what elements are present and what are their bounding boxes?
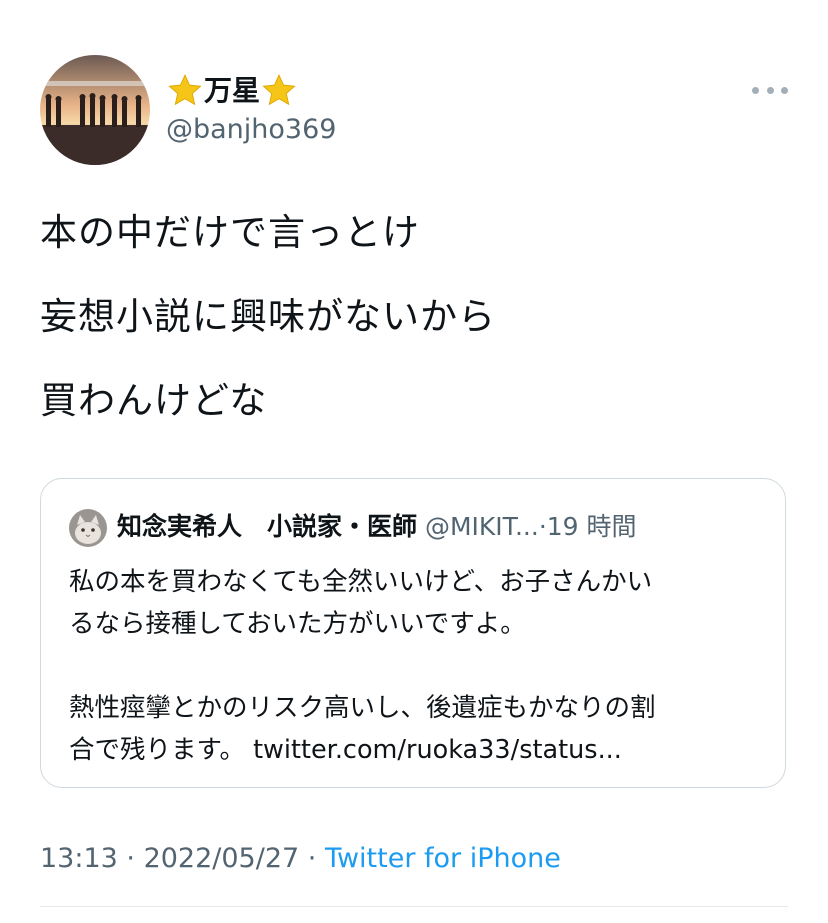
star-icon xyxy=(166,72,204,110)
quote-line: 合で残ります。 xyxy=(69,735,245,765)
author-display-name: 万星 xyxy=(204,74,261,107)
quote-line: 私の本を買わなくても全然いいけど、お子さんかい xyxy=(69,567,653,597)
star-icon xyxy=(260,72,298,110)
author-avatar[interactable] xyxy=(40,55,150,165)
tweet-text: 本の中だけで言っとけ 妄想小説に興味がないから 買わんけどな xyxy=(40,210,496,462)
quote-last-line: 合で残ります。 twitter.com/ruoka33/status... xyxy=(69,729,769,771)
tweet-line: 妄想小説に興味がないから xyxy=(40,295,496,338)
quote-author-name[interactable]: 知念実希人 小説家・医師 xyxy=(117,512,417,541)
tweet-line: 買わんけどな xyxy=(40,379,268,422)
quote-time[interactable]: 19 時間 xyxy=(547,512,637,541)
footer-separator: · xyxy=(299,843,325,874)
quote-avatar[interactable] xyxy=(69,509,107,547)
quote-link[interactable]: twitter.com/ruoka33/status... xyxy=(253,735,622,765)
divider xyxy=(40,906,788,907)
tweet-footer: 13:13 · 2022/05/27 · Twitter for iPhone xyxy=(40,840,561,878)
quote-author-handle[interactable]: @MIKIT... xyxy=(425,512,539,541)
tweet-line: 本の中だけで言っとけ xyxy=(40,211,420,254)
author-name[interactable]: 万星 xyxy=(166,72,298,110)
tweet-date[interactable]: 2022/05/27 xyxy=(144,843,300,874)
footer-separator: · xyxy=(117,843,144,874)
tweet-source-link[interactable]: Twitter for iPhone xyxy=(325,843,561,874)
quoted-tweet[interactable]: 知念実希人 小説家・医師 @MIKIT...·19 時間 私の本を買わなくても全… xyxy=(40,478,786,788)
tweet-time[interactable]: 13:13 xyxy=(40,843,118,874)
quote-text: 私の本を買わなくても全然いいけど、お子さんかい るなら接種しておいた方がいいです… xyxy=(69,561,769,771)
quote-line: 熱性痙攣とかのリスク高いし、後遺症もかなりの割 xyxy=(69,693,656,723)
more-horizontal-icon[interactable] xyxy=(752,82,788,98)
author-handle[interactable]: @banjho369 xyxy=(166,112,336,148)
quote-header: 知念実希人 小説家・医師 @MIKIT...·19 時間 xyxy=(117,507,637,547)
quote-line: るなら接種しておいた方がいいですよ。 xyxy=(69,609,526,639)
quote-separator: · xyxy=(538,512,547,541)
